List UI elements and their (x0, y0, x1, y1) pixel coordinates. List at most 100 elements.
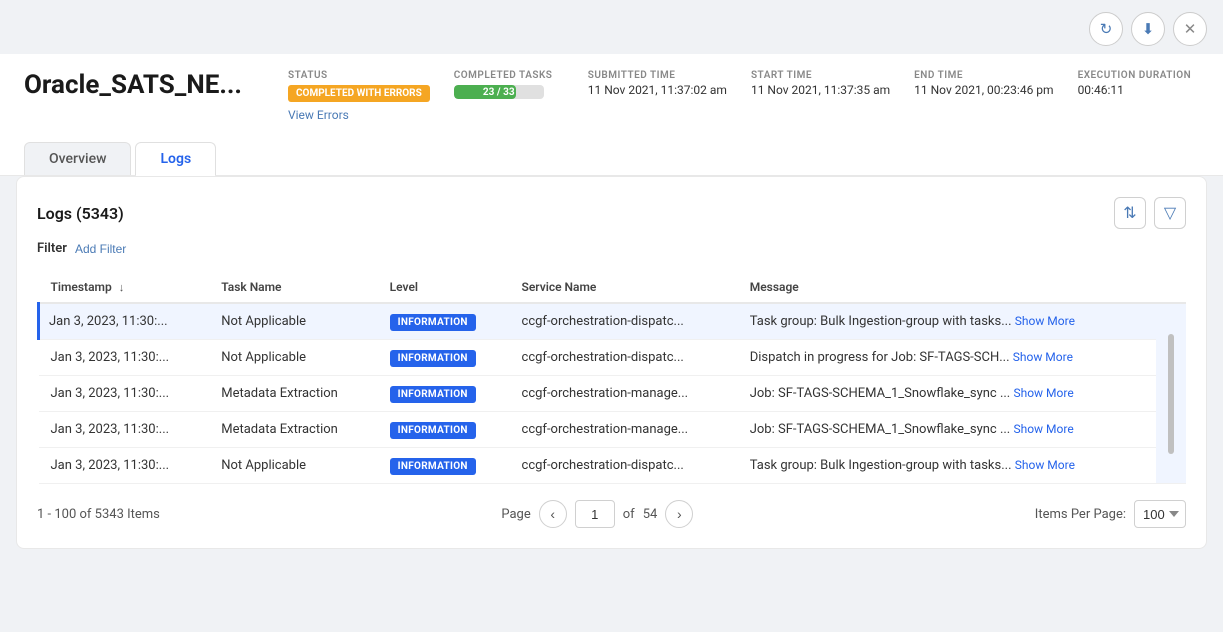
cell-level: INFORMATION (378, 412, 510, 448)
cell-level: INFORMATION (378, 448, 510, 484)
table-row: Jan 3, 2023, 11:30:...Not Applicable INFO… (39, 303, 1187, 340)
table-row: Jan 3, 2023, 11:30:...Metadata Extractio… (39, 412, 1187, 448)
view-errors-link[interactable]: View Errors (288, 108, 430, 122)
cell-message: Job: SF-TAGS-SCHEMA_1_Snowflake_sync ...… (738, 412, 1156, 448)
table-row: Jan 3, 2023, 11:30:...Metadata Extractio… (39, 376, 1187, 412)
start-time-label: START TIME (751, 70, 890, 81)
level-badge: INFORMATION (390, 350, 476, 367)
tabs: Overview Logs (24, 142, 1199, 175)
submitted-time-block: SUBMITTED TIME 11 Nov 2021, 11:37:02 am (588, 70, 727, 97)
logs-actions: ⇅ ▽ (1114, 197, 1186, 229)
cell-service-name: ccgf-orchestration-dispatc... (510, 448, 738, 484)
status-label: STATUS (288, 70, 430, 81)
refresh-button[interactable]: ↻ (1089, 12, 1123, 46)
cell-task-name: Metadata Extraction (209, 376, 377, 412)
cell-message: Task group: Bulk Ingestion-group with ta… (738, 448, 1156, 484)
cell-service-name: ccgf-orchestration-dispatc... (510, 340, 738, 376)
status-badge: COMPLETED WITH ERRORS (288, 85, 430, 102)
filter-row: Filter Add Filter (37, 241, 1186, 256)
cell-level: INFORMATION (378, 303, 510, 340)
submitted-time-label: SUBMITTED TIME (588, 70, 727, 81)
top-bar: ↻ ⬇ ✕ (0, 0, 1223, 54)
table-row: Jan 3, 2023, 11:30:...Not Applicable INFO… (39, 340, 1187, 376)
start-time-block: START TIME 11 Nov 2021, 11:37:35 am (751, 70, 890, 97)
progress-text: 23 / 33 (454, 85, 544, 99)
cell-task-name: Not Applicable (209, 303, 377, 340)
cell-task-name: Not Applicable (209, 340, 377, 376)
items-per-page-select[interactable]: 100 50 25 (1134, 500, 1186, 528)
items-per-page-label: Items Per Page: (1035, 507, 1126, 522)
logs-tbody: Jan 3, 2023, 11:30:...Not ApplicableINFO… (39, 303, 1187, 484)
execution-duration-block: EXECUTION DURATION 00:46:11 (1078, 70, 1192, 97)
sort-button[interactable]: ⇅ (1114, 197, 1146, 229)
filter-toggle-button[interactable]: ▽ (1154, 197, 1186, 229)
page-input[interactable] (575, 500, 615, 528)
timestamp-sort-icon: ↓ (119, 281, 125, 294)
completed-tasks-block: COMPLETED TASKS 23 / 33 (454, 70, 564, 99)
items-info: 1 - 100 of 5343 Items (37, 507, 160, 522)
sort-icon: ⇅ (1123, 203, 1136, 223)
cell-service-name: ccgf-orchestration-manage... (510, 412, 738, 448)
cell-timestamp: Jan 3, 2023, 11:30:... (39, 303, 210, 340)
page-label: Page (501, 507, 530, 522)
items-per-page: Items Per Page: 100 50 25 (1035, 500, 1186, 528)
pagination-row: 1 - 100 of 5343 Items Page ‹ of 54 › Ite… (37, 500, 1186, 528)
scrollbar[interactable] (1168, 334, 1174, 454)
cell-level: INFORMATION (378, 340, 510, 376)
level-badge: INFORMATION (390, 422, 476, 439)
cell-timestamp: Jan 3, 2023, 11:30:... (39, 376, 210, 412)
add-filter-button[interactable]: Add Filter (75, 242, 126, 256)
level-badge: INFORMATION (390, 314, 476, 331)
col-service-name[interactable]: Service Name (510, 272, 738, 303)
col-level[interactable]: Level (378, 272, 510, 303)
tab-overview[interactable]: Overview (24, 142, 131, 175)
cell-message: Job: SF-TAGS-SCHEMA_1_Snowflake_sync ...… (738, 376, 1156, 412)
cell-task-name: Metadata Extraction (209, 412, 377, 448)
scrollbar-col (1156, 272, 1186, 303)
of-label: of (623, 507, 635, 522)
table-header: Timestamp ↓ Task Name Level Service Name… (39, 272, 1187, 303)
level-badge: INFORMATION (390, 386, 476, 403)
logs-title: Logs (5343) (37, 204, 124, 223)
cell-service-name: ccgf-orchestration-manage... (510, 376, 738, 412)
end-time-value: 11 Nov 2021, 00:23:46 pm (914, 83, 1053, 97)
header-top: Oracle_SATS_NE... STATUS COMPLETED WITH … (24, 70, 1199, 134)
show-more-link[interactable]: Show More (1013, 386, 1073, 400)
progress-bar: 23 / 33 (454, 85, 544, 99)
cell-service-name: ccgf-orchestration-dispatc... (510, 303, 738, 340)
close-button[interactable]: ✕ (1173, 12, 1207, 46)
show-more-link[interactable]: Show More (1013, 350, 1073, 364)
cell-timestamp: Jan 3, 2023, 11:30:... (39, 448, 210, 484)
download-icon: ⬇ (1142, 20, 1155, 38)
total-pages: 54 (643, 507, 658, 522)
logs-header: Logs (5343) ⇅ ▽ (37, 197, 1186, 229)
show-more-link[interactable]: Show More (1015, 314, 1075, 328)
show-more-link[interactable]: Show More (1013, 422, 1073, 436)
prev-page-button[interactable]: ‹ (539, 500, 567, 528)
header-section: Oracle_SATS_NE... STATUS COMPLETED WITH … (0, 54, 1223, 176)
show-more-link[interactable]: Show More (1015, 458, 1075, 472)
cell-level: INFORMATION (378, 376, 510, 412)
submitted-time-value: 11 Nov 2021, 11:37:02 am (588, 83, 727, 97)
download-button[interactable]: ⬇ (1131, 12, 1165, 46)
cell-message: Dispatch in progress for Job: SF-TAGS-SC… (738, 340, 1156, 376)
scrollbar-cell (1156, 303, 1186, 484)
table-row: Jan 3, 2023, 11:30:...Not Applicable INFO… (39, 448, 1187, 484)
status-block: STATUS COMPLETED WITH ERRORS View Errors (288, 70, 430, 122)
level-badge: INFORMATION (390, 458, 476, 475)
col-timestamp[interactable]: Timestamp ↓ (39, 272, 210, 303)
next-page-button[interactable]: › (665, 500, 693, 528)
col-message[interactable]: Message (738, 272, 1156, 303)
start-time-value: 11 Nov 2021, 11:37:35 am (751, 83, 890, 97)
logs-table: Timestamp ↓ Task Name Level Service Name… (37, 272, 1186, 484)
completed-tasks-label: COMPLETED TASKS (454, 70, 564, 81)
execution-duration-value: 00:46:11 (1078, 83, 1192, 97)
cell-timestamp: Jan 3, 2023, 11:30:... (39, 340, 210, 376)
tab-logs[interactable]: Logs (135, 142, 216, 175)
cell-task-name: Not Applicable (209, 448, 377, 484)
col-task-name[interactable]: Task Name (209, 272, 377, 303)
filter-label: Filter (37, 241, 67, 256)
cell-timestamp: Jan 3, 2023, 11:30:... (39, 412, 210, 448)
refresh-icon: ↻ (1100, 20, 1113, 38)
end-time-block: END TIME 11 Nov 2021, 00:23:46 pm (914, 70, 1053, 97)
